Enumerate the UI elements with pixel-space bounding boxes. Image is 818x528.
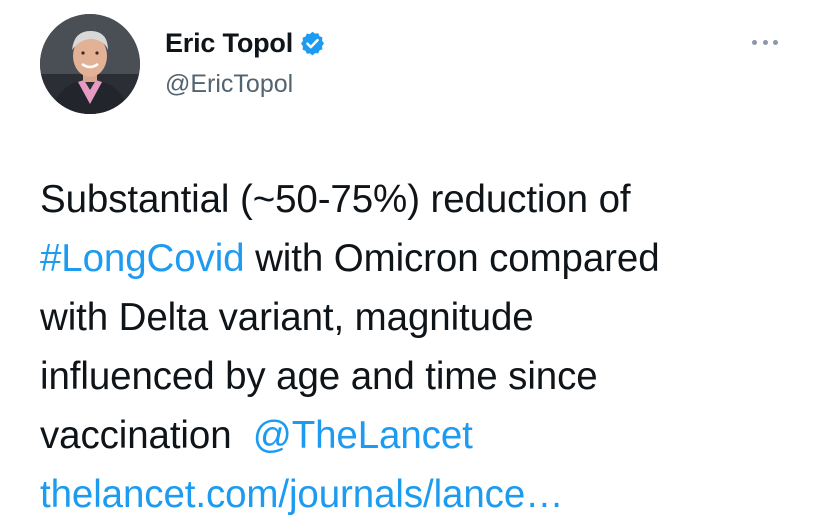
author-display-name[interactable]: Eric Topol [165, 28, 293, 59]
tweet-line-3: with Delta variant, magnitude [40, 296, 534, 339]
tweet-text: Substantial (~50-75%) reduction of #Long… [40, 170, 800, 524]
profile-photo-icon [40, 14, 140, 114]
tweet-line-5-text: vaccination [40, 414, 253, 457]
tweet-line-5: vaccination @TheLancet [40, 406, 800, 465]
author-handle[interactable]: @EricTopol [165, 70, 293, 99]
url-link[interactable]: thelancet.com/journals/lance… [40, 465, 800, 524]
more-options-icon[interactable] [752, 34, 778, 50]
author-avatar[interactable] [40, 14, 140, 114]
dot-icon [752, 39, 757, 45]
mention-link[interactable]: @TheLancet [253, 414, 473, 457]
verified-badge-icon [299, 30, 326, 57]
dot-icon [762, 39, 768, 45]
tweet-line-2: #LongCovid with Omicron compared [40, 229, 800, 288]
tweet-line-4: influenced by age and time since [40, 355, 598, 398]
tweet-line-1: Substantial (~50-75%) reduction of [40, 178, 631, 221]
dot-icon [773, 39, 778, 45]
tweet-card: Eric Topol @EricTopol Substantial (~50-7… [0, 0, 818, 528]
author-name-row: Eric Topol [165, 28, 326, 59]
hashtag-link[interactable]: #LongCovid [40, 237, 245, 280]
tweet-line-2-text: with Omicron compared [244, 237, 660, 280]
